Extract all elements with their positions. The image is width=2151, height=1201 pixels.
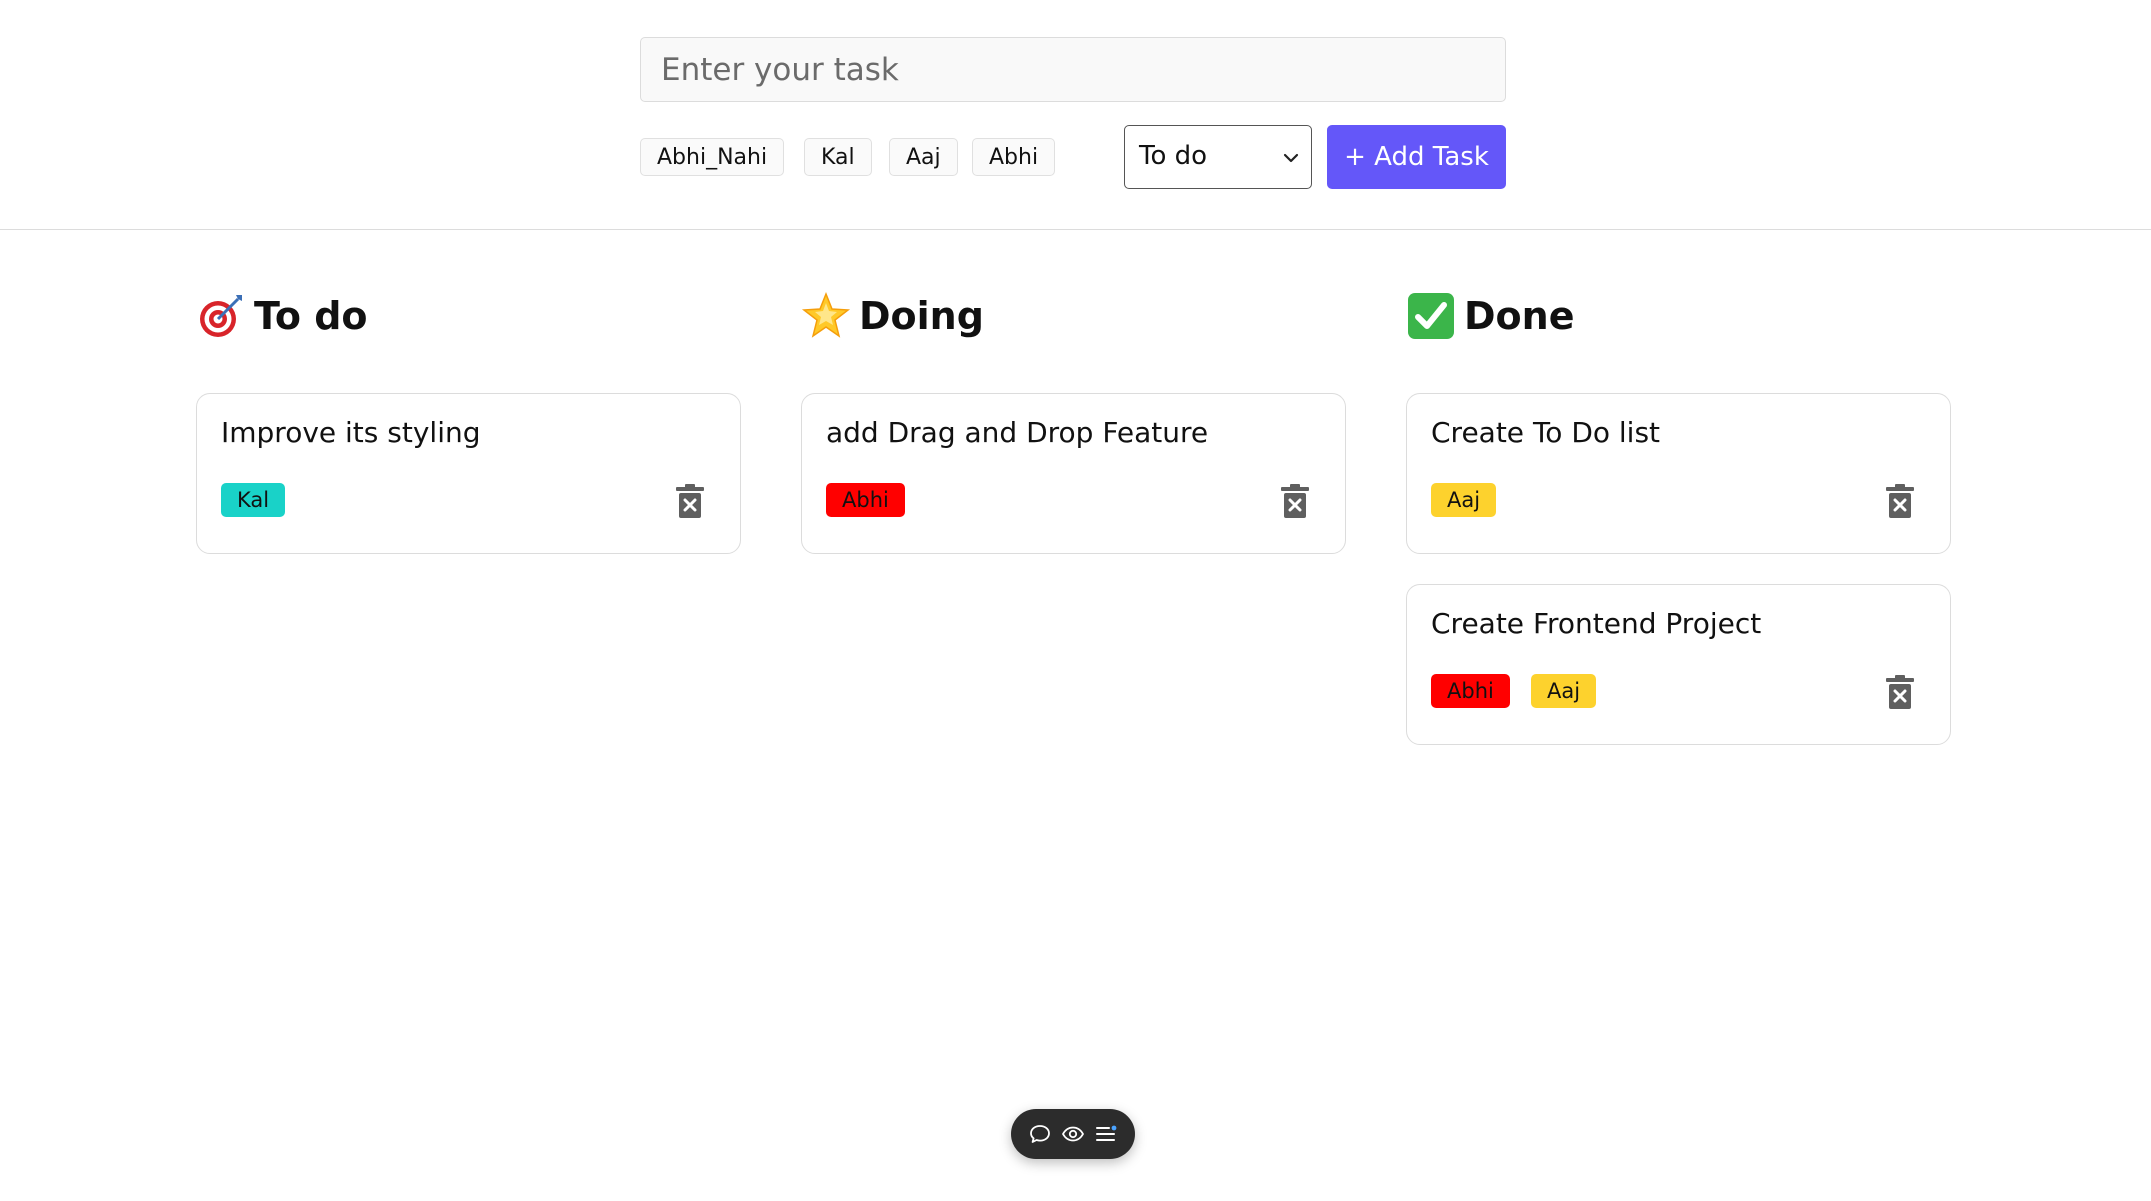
task-title: add Drag and Drop Feature — [826, 416, 1209, 449]
comment-icon[interactable] — [1028, 1122, 1052, 1146]
column-done: Done Create To Do list Aaj Create Fronte… — [1406, 288, 1951, 745]
column-header: Doing — [801, 288, 1346, 344]
column-doing: Doing add Drag and Drop Feature Abhi — [801, 288, 1346, 554]
task-card[interactable]: Create To Do list Aaj — [1406, 393, 1951, 554]
glowing-star-icon — [801, 291, 851, 341]
eye-icon[interactable] — [1061, 1122, 1085, 1146]
tag-chip-abhi: Abhi — [1431, 674, 1510, 708]
column-title-doing: Doing — [859, 294, 984, 338]
delete-icon[interactable] — [1886, 675, 1914, 709]
task-input[interactable] — [640, 37, 1506, 102]
status-select-value: To do — [1139, 141, 1208, 171]
tag-chip-aaj: Aaj — [1431, 483, 1497, 517]
check-mark-icon — [1406, 291, 1456, 341]
tag-button-kal[interactable]: Kal — [804, 138, 872, 176]
tag-button-abhi-nahi[interactable]: Abhi_Nahi — [640, 138, 785, 176]
task-form: Abhi_Nahi Kal Aaj Abhi To do + Add Task — [0, 0, 2151, 230]
column-header: Done — [1406, 288, 1951, 344]
tag-chip-aaj: Aaj — [1531, 674, 1597, 708]
delete-icon[interactable] — [676, 484, 704, 518]
column-todo: To do Improve its styling Kal — [196, 288, 741, 554]
task-title: Improve its styling — [221, 416, 481, 449]
delete-icon[interactable] — [1886, 484, 1914, 518]
tag-button-abhi[interactable]: Abhi — [972, 138, 1056, 176]
tag-chip-kal: Kal — [221, 483, 286, 517]
task-title: Create Frontend Project — [1431, 607, 1762, 640]
delete-icon[interactable] — [1281, 484, 1309, 518]
status-select[interactable]: To do — [1124, 125, 1312, 189]
column-title-done: Done — [1464, 294, 1575, 338]
tag-button-aaj[interactable]: Aaj — [889, 138, 958, 176]
chevron-down-icon — [1283, 153, 1299, 163]
tag-chip-abhi: Abhi — [826, 483, 905, 517]
task-card[interactable]: add Drag and Drop Feature Abhi — [801, 393, 1346, 554]
task-card[interactable]: Improve its styling Kal — [196, 393, 741, 554]
column-title-todo: To do — [254, 294, 368, 338]
floating-toolbar — [1011, 1109, 1135, 1159]
target-icon — [196, 291, 246, 341]
column-header: To do — [196, 288, 741, 344]
task-card[interactable]: Create Frontend Project Abhi Aaj — [1406, 584, 1951, 745]
menu-icon[interactable] — [1094, 1122, 1118, 1146]
add-task-button[interactable]: + Add Task — [1327, 125, 1506, 189]
task-title: Create To Do list — [1431, 416, 1661, 449]
